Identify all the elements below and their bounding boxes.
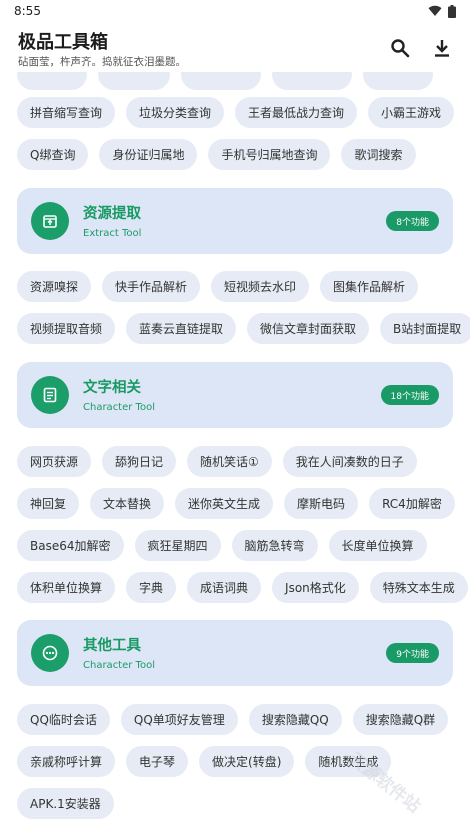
category-count-badge: 9个功能	[386, 643, 439, 663]
tool-list: 拼音缩写查询 垃圾分类查询 王者最低战力查询 小霸王游戏 Q绑查询 身份证归属地…	[0, 72, 470, 837]
tool-chip[interactable]: 随机笑话①	[187, 446, 272, 477]
status-time: 8:55	[14, 4, 41, 18]
tool-chip[interactable]: 字典	[126, 572, 177, 603]
tool-chip[interactable]: 成语词典	[187, 572, 262, 603]
chip-row: 拼音缩写查询 垃圾分类查询 王者最低战力查询 小霸王游戏	[17, 97, 455, 128]
tool-chip[interactable]: 小霸王游戏	[368, 97, 455, 128]
tool-chip[interactable]: 做决定(转盘)	[199, 746, 295, 777]
category-card-other[interactable]: 其他工具 Character Tool 9个功能	[17, 620, 453, 686]
app-subtitle: 砧面莹，杵声齐。捣就征衣泪墨题。	[18, 56, 186, 68]
tool-chip[interactable]: 神回复	[17, 488, 80, 519]
category-card-extract[interactable]: 资源提取 Extract Tool 8个功能	[17, 188, 453, 254]
tool-chip[interactable]: 蓝奏云直链提取	[126, 313, 237, 344]
tool-chip[interactable]: 迷你英文生成	[175, 488, 274, 519]
chip-row: Q绑查询 身份证归属地 手机号归属地查询 歌词搜索	[17, 139, 416, 170]
tool-chip[interactable]: 快手作品解析	[102, 271, 201, 302]
download-icon	[435, 40, 449, 57]
category-icon-text	[31, 376, 69, 414]
chip-row: APK.1安装器	[17, 788, 114, 819]
tool-chip[interactable]: 文本替换	[90, 488, 165, 519]
category-name: 文字相关	[83, 380, 141, 396]
tool-chip[interactable]: 手机号归属地查询	[208, 139, 331, 170]
tool-chip[interactable]: 网页获源	[17, 446, 92, 477]
battery-icon	[448, 4, 456, 18]
tool-chip[interactable]: 图集作品解析	[320, 271, 419, 302]
tool-chip[interactable]: 脑筋急转弯	[231, 530, 318, 561]
tool-chip[interactable]: 舔狗日记	[102, 446, 177, 477]
app-bar: 极品工具箱 砧面莹，杵声齐。捣就征衣泪墨题。	[0, 22, 470, 72]
chip-partial[interactable]	[181, 72, 261, 90]
category-card-text[interactable]: 文字相关 Character Tool 18个功能	[17, 362, 453, 428]
tool-chip[interactable]: 拼音缩写查询	[17, 97, 116, 128]
tool-chip[interactable]: 搜索隐藏QQ	[248, 704, 342, 735]
tool-chip[interactable]: 王者最低战力查询	[235, 97, 358, 128]
chip-row: 网页获源 舔狗日记 随机笑话① 我在人间凑数的日子	[17, 446, 417, 477]
chip-row: 资源嗅探 快手作品解析 短视频去水印 图集作品解析	[17, 271, 419, 302]
tool-chip[interactable]: 我在人间凑数的日子	[282, 446, 417, 477]
tool-chip[interactable]: 随机数生成	[305, 746, 392, 777]
tool-chip[interactable]: 垃圾分类查询	[126, 97, 225, 128]
tool-chip[interactable]: 亲戚称呼计算	[17, 746, 116, 777]
chip-partial[interactable]	[272, 72, 352, 90]
chip-row: 亲戚称呼计算 电子琴 做决定(转盘) 随机数生成	[17, 746, 392, 777]
chip-partial[interactable]	[363, 72, 433, 90]
tool-chip[interactable]: 摩斯电码	[284, 488, 359, 519]
chip-partial[interactable]	[17, 72, 87, 90]
tool-chip[interactable]: 搜索隐藏Q群	[352, 704, 449, 735]
tool-chip[interactable]: QQ单项好友管理	[120, 704, 238, 735]
chip-row: 神回复 文本替换 迷你英文生成 摩斯电码 RC4加解密	[17, 488, 455, 519]
tool-chip[interactable]: 身份证归属地	[99, 139, 198, 170]
tool-chip[interactable]: QQ临时会话	[17, 704, 110, 735]
chip-row: QQ临时会话 QQ单项好友管理 搜索隐藏QQ 搜索隐藏Q群	[17, 704, 449, 735]
tool-chip[interactable]: 歌词搜索	[341, 139, 416, 170]
document-icon	[43, 387, 57, 403]
tool-chip[interactable]: Base64加解密	[17, 530, 124, 561]
chip-row: Base64加解密 疯狂星期四 脑筋急转弯 长度单位换算	[17, 530, 427, 561]
category-name: 其他工具	[83, 638, 141, 654]
search-icon	[391, 39, 410, 58]
chip-row: 视频提取音频 蓝奏云直链提取 微信文章封面获取 B站封面提取	[17, 313, 470, 344]
tool-chip[interactable]: 短视频去水印	[211, 271, 310, 302]
tool-chip[interactable]: 长度单位换算	[328, 530, 427, 561]
category-name: 资源提取	[83, 206, 141, 222]
category-subtitle: Character Tool	[83, 402, 155, 413]
tool-chip[interactable]: 电子琴	[126, 746, 189, 777]
tool-chip[interactable]: Json格式化	[272, 572, 359, 603]
box-icon	[43, 215, 57, 228]
download-button[interactable]	[430, 36, 454, 60]
tool-chip[interactable]: 体积单位换算	[17, 572, 116, 603]
tool-chip[interactable]: 视频提取音频	[17, 313, 116, 344]
tool-chip[interactable]: 微信文章封面获取	[247, 313, 370, 344]
category-subtitle: Character Tool	[83, 660, 155, 671]
category-subtitle: Extract Tool	[83, 228, 142, 239]
category-icon-extract	[31, 202, 69, 240]
app-title: 极品工具箱	[18, 32, 108, 53]
search-button[interactable]	[388, 36, 412, 60]
tool-chip[interactable]: B站封面提取	[380, 313, 470, 344]
tool-chip[interactable]: 资源嗅探	[17, 271, 92, 302]
tool-chip[interactable]: RC4加解密	[369, 488, 455, 519]
tool-chip[interactable]: Q绑查询	[17, 139, 89, 170]
category-count-badge: 8个功能	[386, 211, 439, 231]
partial-chip-row	[17, 72, 433, 90]
tool-chip[interactable]: APK.1安装器	[17, 788, 114, 819]
category-icon-other	[31, 634, 69, 672]
more-icon	[42, 645, 58, 661]
status-icons	[428, 4, 456, 18]
tool-chip[interactable]: 特殊文本生成	[369, 572, 468, 603]
tool-chip[interactable]: 疯狂星期四	[134, 530, 221, 561]
category-count-badge: 18个功能	[380, 385, 439, 405]
chip-row: 体积单位换算 字典 成语词典 Json格式化 特殊文本生成	[17, 572, 468, 603]
status-bar: 8:55	[0, 0, 470, 22]
wifi-icon	[428, 5, 442, 17]
chip-partial[interactable]	[98, 72, 170, 90]
